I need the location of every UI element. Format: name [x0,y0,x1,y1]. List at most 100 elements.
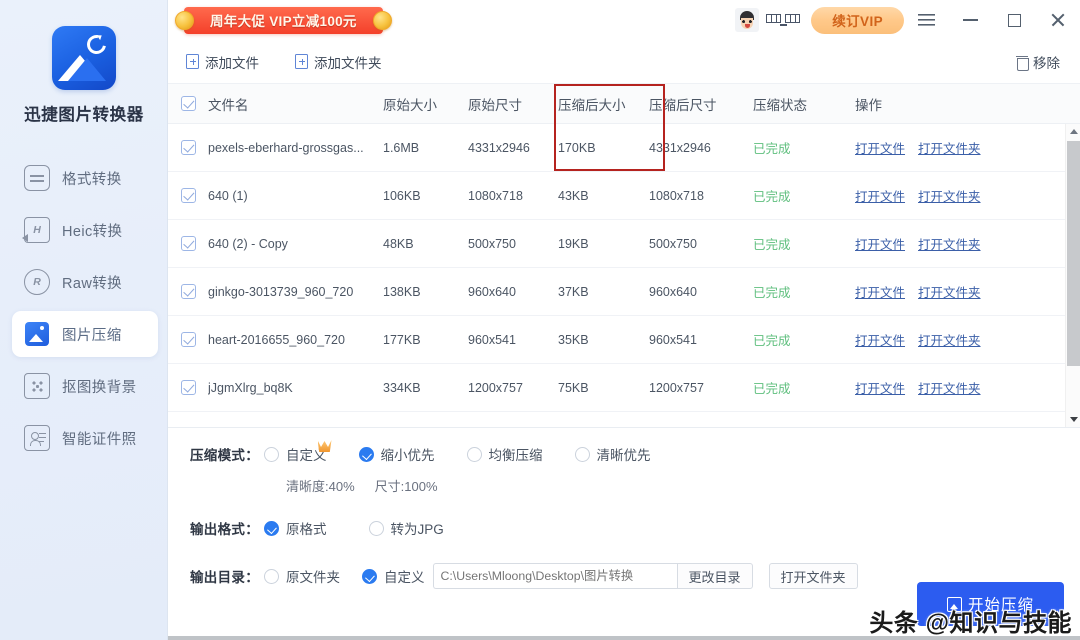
compress-mode-row: 压缩模式： 自定义 缩小优先 均衡压缩 清晰优先 [190,444,1080,464]
col-status[interactable]: 压缩状态 [753,94,855,114]
cell-original-size: 1.6MB [383,141,468,155]
maximize-icon[interactable] [992,0,1036,40]
table-row[interactable]: 640 (2) - Copy48KB500x75019KB500x750已完成打… [168,220,1080,268]
open-file-link[interactable]: 打开文件 [855,186,905,205]
open-folder-button[interactable]: 打开文件夹 [769,563,858,589]
add-folder-button[interactable]: 添加文件夹 [295,52,382,72]
add-file-button[interactable]: 添加文件 [186,52,259,72]
dir-option-source-folder[interactable]: 原文件夹 [264,566,340,586]
sidebar-item-label: Heic转换 [62,220,122,241]
promo-banner[interactable]: 周年大促 VIP立减100元 [184,7,383,34]
col-compressed-size[interactable]: 压缩后大小 [558,94,649,114]
coin-icon-left [175,11,194,30]
radio-original-format[interactable] [264,521,279,536]
compress-mode-label: 压缩模式： [190,444,264,464]
radio-clarity-first[interactable] [575,447,590,462]
col-original-size[interactable]: 原始大小 [383,94,468,114]
sidebar-item-format-convert[interactable]: 格式转换 [12,155,158,201]
vip-level-icon[interactable] [765,8,801,32]
col-compressed-dim[interactable]: 压缩后尺寸 [649,94,753,114]
table-row[interactable]: 640 (1)106KB1080x71843KB1080x718已完成打开文件打… [168,172,1080,220]
table-row[interactable]: jJgmXlrg_bq8K334KB1200x75775KB1200x757已完… [168,364,1080,412]
cell-original-size: 138KB [383,285,468,299]
cell-compressed-dim: 960x640 [649,285,753,299]
open-file-link[interactable]: 打开文件 [855,282,905,301]
row-checkbox[interactable] [181,140,196,155]
col-original-dim[interactable]: 原始尺寸 [468,94,558,114]
radio-custom[interactable] [264,447,279,462]
table-row[interactable]: ginkgo-3013739_960_720138KB960x64037KB96… [168,268,1080,316]
mode-option-custom[interactable]: 自定义 [264,444,327,464]
format-option-original[interactable]: 原格式 [264,518,327,538]
radio-shrink-first[interactable] [359,447,374,462]
output-path-input[interactable] [433,563,677,589]
row-checkbox[interactable] [181,380,196,395]
cell-status: 已完成 [753,378,855,397]
col-filename[interactable]: 文件名 [208,94,383,114]
cell-compressed-size: 37KB [558,285,649,299]
open-file-link[interactable]: 打开文件 [855,330,905,349]
sidebar-item-heic-convert[interactable]: H Heic转换 [12,207,158,253]
user-avatar-icon[interactable] [735,8,759,32]
table-row[interactable]: heart-2016655_960_720177KB960x54135KB960… [168,316,1080,364]
open-folder-link[interactable]: 打开文件夹 [918,186,981,205]
radio-source-folder[interactable] [264,569,279,584]
row-checkbox[interactable] [181,332,196,347]
watermark-text: 头条 @知识与技能 [869,603,1072,638]
app-logo-icon [52,26,116,90]
cell-compressed-size: 35KB [558,333,649,347]
mode-option-balanced[interactable]: 均衡压缩 [467,444,543,464]
open-file-link[interactable]: 打开文件 [855,138,905,157]
format-option-jpg[interactable]: 转为JPG [369,518,444,538]
row-checkbox[interactable] [181,188,196,203]
title-bar: 周年大促 VIP立减100元 续订VIP [168,0,1080,40]
row-checkbox[interactable] [181,236,196,251]
col-actions[interactable]: 操作 [855,94,1080,114]
radio-balanced[interactable] [467,447,482,462]
cell-filename: ginkgo-3013739_960_720 [208,285,383,299]
scroll-up-icon[interactable] [1066,124,1080,139]
app-window: 迅捷图片转换器 格式转换 H Heic转换 R Raw转换 图片压缩 抠图换背景 [0,0,1080,640]
sidebar-item-id-photo[interactable]: 智能证件照 [12,415,158,461]
row-checkbox-cell [168,380,208,395]
close-icon[interactable] [1036,0,1080,40]
hamburger-menu-icon[interactable] [904,0,948,40]
radio-custom-dir[interactable] [362,569,377,584]
open-folder-link[interactable]: 打开文件夹 [918,234,981,253]
table-scrollbar[interactable] [1065,124,1080,427]
sidebar-item-image-compress[interactable]: 图片压缩 [12,311,158,357]
table-row-partial[interactable] [168,412,1080,424]
change-dir-button[interactable]: 更改目录 [677,563,753,589]
add-folder-label: 添加文件夹 [314,52,382,72]
renew-vip-button[interactable]: 续订VIP [811,7,904,34]
cell-filename: jJgmXlrg_bq8K [208,381,383,395]
cell-filename: pexels-eberhard-grossgas... [208,141,383,155]
brand-name: 迅捷图片转换器 [0,101,168,125]
radio-to-jpg[interactable] [369,521,384,536]
open-folder-link[interactable]: 打开文件夹 [918,138,981,157]
mode-option-shrink-first[interactable]: 缩小优先 [359,444,435,464]
open-folder-link[interactable]: 打开文件夹 [918,330,981,349]
cell-original-size: 334KB [383,381,468,395]
minimize-icon[interactable] [948,0,992,40]
cell-actions: 打开文件打开文件夹 [855,282,1080,301]
scrollbar-thumb[interactable] [1067,141,1080,366]
open-file-link[interactable]: 打开文件 [855,234,905,253]
scroll-down-icon[interactable] [1066,412,1080,427]
settings-panel: 压缩模式： 自定义 缩小优先 均衡压缩 清晰优先 [168,427,1080,640]
row-checkbox[interactable] [181,284,196,299]
dir-option-custom[interactable]: 自定义 [362,566,425,586]
select-all-checkbox[interactable] [181,96,196,111]
open-file-link[interactable]: 打开文件 [855,378,905,397]
open-folder-link[interactable]: 打开文件夹 [918,282,981,301]
vip-crown-badge-icon [318,440,332,452]
remove-button[interactable]: 移除 [1016,52,1060,72]
mode-option-clarity-first[interactable]: 清晰优先 [575,444,651,464]
open-folder-link[interactable]: 打开文件夹 [918,378,981,397]
sidebar-item-cutout-background[interactable]: 抠图换背景 [12,363,158,409]
row-checkbox-cell [168,236,208,251]
sidebar-item-raw-convert[interactable]: R Raw转换 [12,259,158,305]
row-checkbox-cell [168,284,208,299]
table-row[interactable]: pexels-eberhard-grossgas...1.6MB4331x294… [168,124,1080,172]
sidebar-nav: 格式转换 H Heic转换 R Raw转换 图片压缩 抠图换背景 智能证件照 [0,155,168,461]
